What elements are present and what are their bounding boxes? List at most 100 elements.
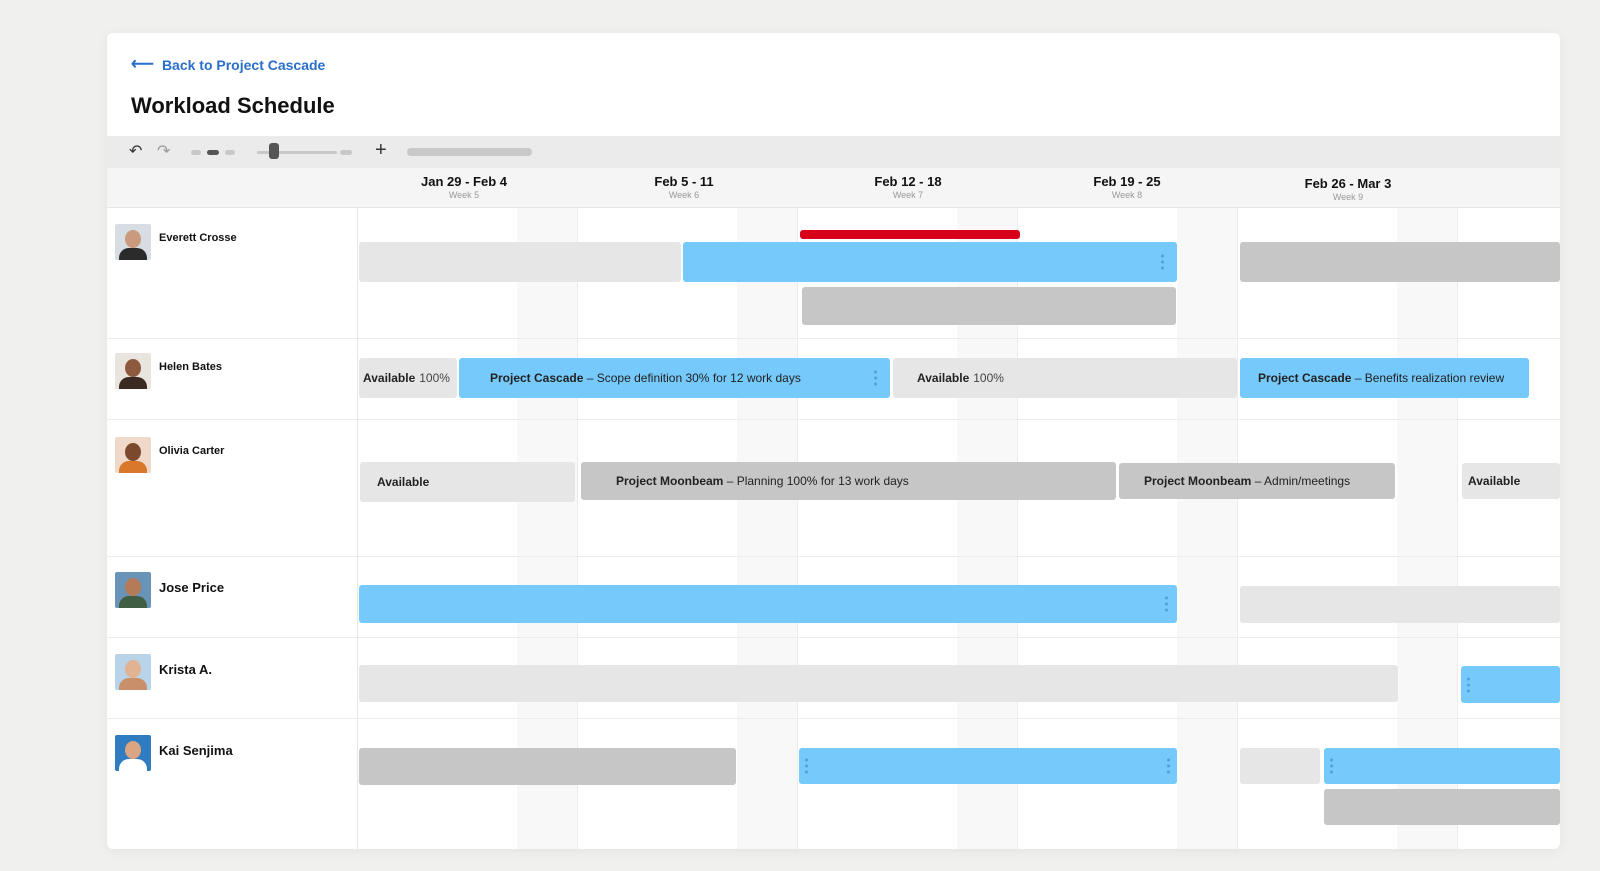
avatar[interactable]	[115, 353, 151, 389]
assignment-bar[interactable]	[359, 585, 1177, 623]
toolbar: ↶ ↷ +	[107, 136, 1560, 168]
availability-bar[interactable]: Available	[1462, 463, 1560, 499]
availability-label: Available	[363, 371, 416, 385]
zoom-level-dot[interactable]	[340, 150, 352, 155]
avatar[interactable]	[115, 572, 151, 608]
person-name[interactable]: Krista A.	[159, 662, 212, 677]
person-name[interactable]: Everett Crosse	[159, 232, 237, 244]
arrow-left-icon: ⟵	[131, 56, 154, 73]
availability-label: Available	[917, 371, 970, 385]
drag-handle-icon[interactable]	[1467, 677, 1471, 692]
week-number: Week 8	[1111, 190, 1143, 200]
assignment-detail: – Scope definition 30% for 12 work days	[583, 371, 801, 385]
zoom-level-dot[interactable]	[225, 150, 235, 155]
assignment-detail: – Benefits realization review	[1351, 371, 1505, 385]
assignment-bar[interactable]: Project Moonbeam – Planning 100% for 13 …	[581, 462, 1116, 500]
zoom-level-dot[interactable]	[191, 150, 201, 155]
drag-handle-icon[interactable]	[1167, 758, 1171, 774]
weekend-shade	[737, 208, 797, 849]
availability-bar[interactable]: Available	[360, 462, 575, 502]
person-row-label: Olivia Carter	[115, 437, 224, 473]
workload-card: ⟵ Back to Project Cascade Workload Sched…	[107, 33, 1560, 849]
week-number: Week 9	[1332, 192, 1364, 202]
person-row-label: Jose Price	[115, 572, 224, 608]
assignment-bar[interactable]	[1324, 748, 1560, 784]
row-divider	[107, 419, 1560, 420]
person-name[interactable]: Helen Bates	[159, 361, 222, 373]
page-title: Workload Schedule	[131, 93, 335, 118]
person-name[interactable]: Kai Senjima	[159, 743, 233, 758]
back-link[interactable]: ⟵ Back to Project Cascade	[131, 56, 326, 74]
assignment-project: Project Cascade	[490, 371, 584, 385]
avatar[interactable]	[115, 654, 151, 690]
assignment-bar[interactable]	[359, 748, 736, 785]
person-name[interactable]: Jose Price	[159, 580, 224, 595]
plus-icon[interactable]: +	[375, 139, 387, 162]
schedule-grid: Everett Crosse Helen Bates Olivia Carter…	[107, 208, 1560, 849]
drag-handle-icon[interactable]	[805, 758, 809, 774]
timeline-header: Jan 29 - Feb 4 Week 5 Feb 5 - 11 Week 6 …	[107, 168, 1560, 208]
week-header: Feb 12 - 18 Week 7	[798, 174, 1018, 200]
availability-label: Available	[1468, 474, 1521, 488]
week-range: Feb 26 - Mar 3	[1304, 176, 1392, 191]
person-name[interactable]: Olivia Carter	[159, 445, 224, 457]
assignment-project: Project Cascade	[1258, 371, 1352, 385]
drag-handle-icon[interactable]	[1330, 758, 1334, 774]
availability-bar[interactable]	[1240, 586, 1560, 623]
availability-percent: 100%	[973, 371, 1004, 385]
week-range: Feb 5 - 11	[654, 174, 714, 189]
timeline-scrollbar[interactable]	[407, 148, 532, 156]
availability-bar[interactable]: Available 100%	[359, 358, 457, 398]
drag-handle-icon[interactable]	[874, 370, 878, 386]
avatar[interactable]	[115, 224, 151, 260]
drag-handle-icon[interactable]	[1165, 596, 1169, 612]
name-column-divider	[357, 208, 358, 849]
week-header: Feb 5 - 11 Week 6	[574, 174, 794, 200]
assignment-bar[interactable]	[799, 748, 1177, 784]
week-header: Feb 19 - 25 Week 8	[1017, 174, 1237, 200]
assignment-bar[interactable]	[1461, 666, 1560, 703]
avatar[interactable]	[115, 437, 151, 473]
overallocation-indicator[interactable]	[800, 230, 1020, 239]
assignment-bar[interactable]	[802, 287, 1176, 325]
person-row-label: Kai Senjima	[115, 735, 233, 771]
row-divider	[107, 718, 1560, 719]
avatar[interactable]	[115, 735, 151, 771]
assignment-detail: – Planning 100% for 13 work days	[723, 474, 909, 488]
redo-icon[interactable]: ↷	[157, 142, 170, 162]
assignment-bar[interactable]	[1240, 242, 1560, 282]
person-row-label: Helen Bates	[115, 353, 222, 389]
week-number: Week 7	[892, 190, 924, 200]
week-range: Jan 29 - Feb 4	[421, 174, 507, 189]
week-range: Feb 19 - 25	[1093, 174, 1161, 189]
week-number: Week 6	[668, 190, 700, 200]
row-divider	[107, 338, 1560, 339]
assignment-bar[interactable]	[683, 242, 1177, 282]
availability-bar[interactable]: Available 100%	[893, 358, 1237, 398]
back-link-label: Back to Project Cascade	[161, 57, 326, 73]
week-header: Feb 26 - Mar 3 Week 9	[1238, 176, 1458, 202]
week-range: Feb 12 - 18	[874, 174, 942, 189]
row-divider	[107, 637, 1560, 638]
week-divider	[1237, 208, 1238, 849]
availability-bar[interactable]	[359, 665, 1398, 702]
availability-percent: 100%	[419, 371, 450, 385]
undo-icon[interactable]: ↶	[129, 142, 142, 162]
week-divider	[797, 208, 798, 849]
zoom-slider-thumb[interactable]	[269, 143, 279, 159]
week-number: Week 5	[448, 190, 480, 200]
availability-label: Available	[377, 475, 430, 489]
assignment-detail: – Admin/meetings	[1251, 474, 1351, 488]
availability-bar[interactable]	[1240, 748, 1320, 784]
assignment-bar[interactable]	[359, 242, 681, 282]
assignment-project: Project Moonbeam	[1144, 474, 1252, 488]
row-divider	[107, 556, 1560, 557]
assignment-bar[interactable]: Project Cascade – Benefits realization r…	[1240, 358, 1529, 398]
zoom-level-dot-active[interactable]	[207, 150, 219, 155]
assignment-bar[interactable]: Project Cascade – Scope definition 30% f…	[459, 358, 890, 398]
person-row-label: Everett Crosse	[115, 224, 237, 260]
drag-handle-icon[interactable]	[1161, 254, 1165, 270]
assignment-bar[interactable]: Project Moonbeam – Admin/meetings	[1119, 463, 1395, 499]
assignment-bar[interactable]	[1324, 789, 1560, 825]
assignment-project: Project Moonbeam	[616, 474, 724, 488]
